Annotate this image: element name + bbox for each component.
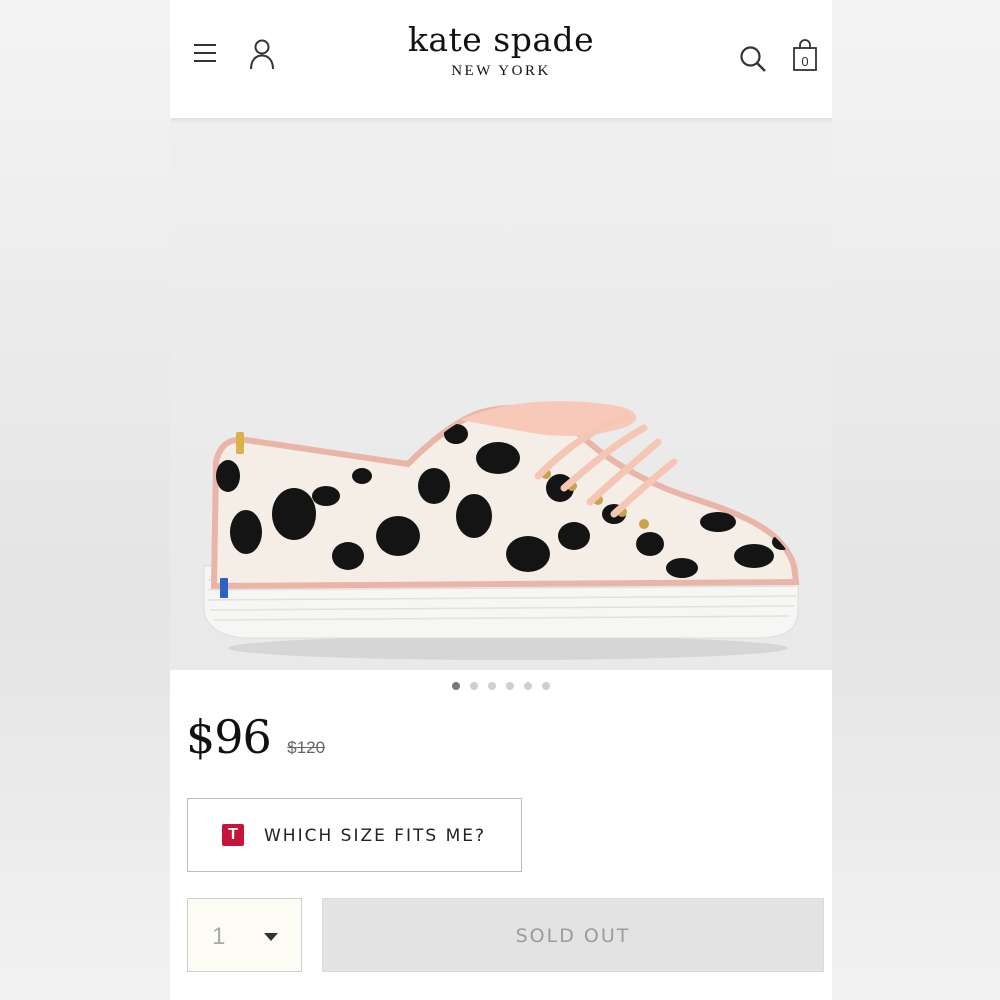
price-row: $96 $120 <box>186 710 325 770</box>
quantity-value: 1 <box>212 923 226 950</box>
carousel-dot[interactable] <box>488 682 496 690</box>
chevron-down-icon <box>264 933 278 941</box>
mobile-page: kate spade NEW YORK 0 $96 $120 T WHICH S… <box>170 0 832 1000</box>
carousel-dot[interactable] <box>542 682 550 690</box>
brand-name: kate spade <box>407 20 595 59</box>
carousel-dot[interactable] <box>524 682 532 690</box>
carousel-dot[interactable] <box>470 682 478 690</box>
carousel-indicator <box>170 682 832 690</box>
which-size-fits-me-button[interactable]: T WHICH SIZE FITS ME? <box>187 798 522 872</box>
price-original: $120 <box>287 738 326 757</box>
fit-logo-icon: T <box>222 824 244 846</box>
quantity-select[interactable]: 1 <box>187 898 302 972</box>
product-image <box>203 401 800 660</box>
shopping-bag-icon[interactable]: 0 <box>792 38 818 72</box>
price-current: $96 <box>186 710 272 764</box>
shadow <box>228 636 788 660</box>
search-icon[interactable] <box>738 44 768 74</box>
sold-out-button[interactable]: SOLD OUT <box>322 898 824 972</box>
cart-count: 0 <box>801 54 808 69</box>
background-right <box>832 0 1000 1000</box>
fit-label: WHICH SIZE FITS ME? <box>264 826 487 846</box>
background-left <box>0 0 170 1000</box>
carousel-dot[interactable] <box>452 682 460 690</box>
carousel-dot[interactable] <box>506 682 514 690</box>
product-image-area[interactable] <box>170 118 832 670</box>
site-header: kate spade NEW YORK 0 <box>170 0 832 118</box>
brand-logo[interactable]: kate spade NEW YORK <box>170 20 832 80</box>
brand-subtitle: NEW YORK <box>451 63 551 79</box>
